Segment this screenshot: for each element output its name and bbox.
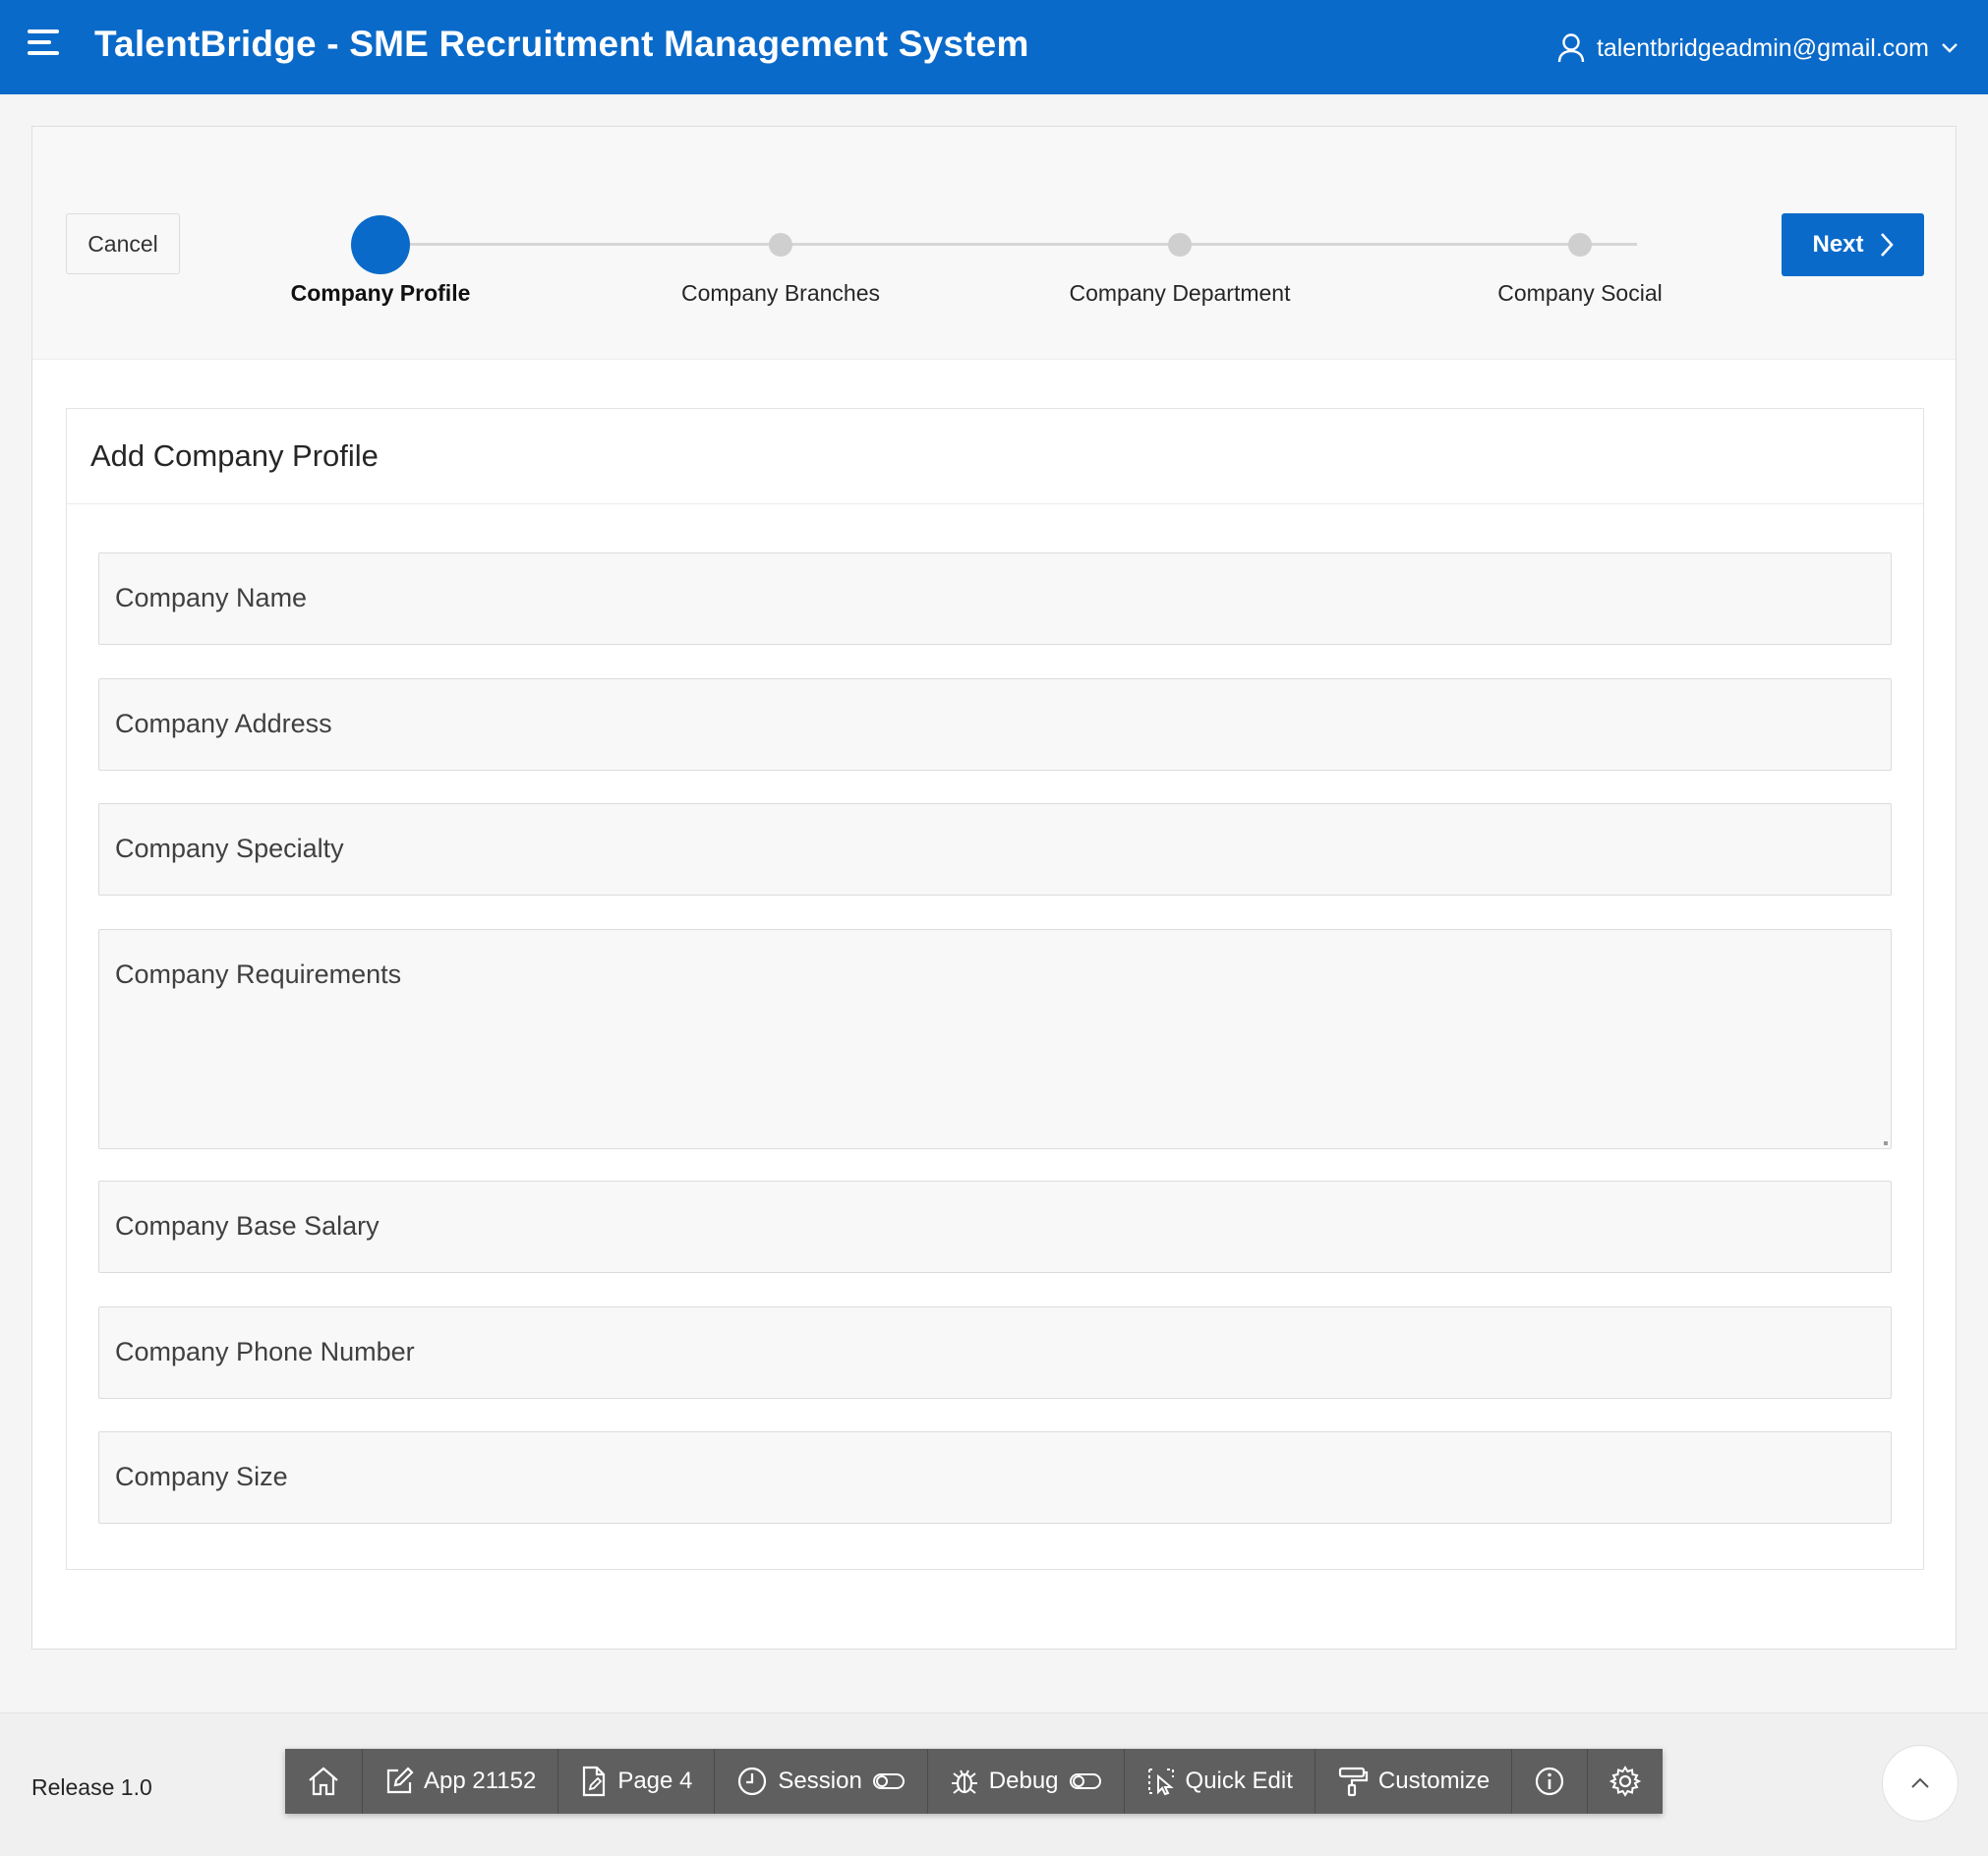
developer-toolbar: App 21152 Page 4 Session Debug Quick Edi… (285, 1749, 1664, 1814)
devbar-quick-edit-label: Quick Edit (1185, 1768, 1293, 1794)
company-address-field[interactable]: Company Address (98, 678, 1892, 771)
chevron-right-icon (1880, 233, 1894, 257)
company-requirements-label: Company Requirements (115, 959, 402, 989)
step-marker-company-branches (769, 233, 792, 257)
devbar-home-button[interactable] (285, 1749, 363, 1814)
gear-icon (1609, 1766, 1642, 1797)
devbar-app-label: App 21152 (424, 1768, 537, 1794)
company-name-label: Company Name (115, 583, 308, 612)
select-pointer-icon (1147, 1769, 1174, 1796)
edit-icon (386, 1767, 414, 1794)
devbar-debug-label: Debug (988, 1768, 1059, 1794)
devbar-page-button[interactable]: Page 4 (558, 1749, 716, 1814)
home-icon (309, 1767, 338, 1796)
app-title[interactable]: TalentBridge - SME Recruitment Managemen… (94, 24, 1029, 65)
toggle-icon (872, 1773, 905, 1789)
company-size-label: Company Size (115, 1462, 288, 1491)
bug-icon (951, 1769, 977, 1794)
cancel-button[interactable]: Cancel (66, 213, 180, 274)
paint-roller-icon (1338, 1767, 1369, 1797)
company-name-field[interactable]: Company Name (98, 552, 1892, 645)
devbar-customize-button[interactable]: Customize (1316, 1749, 1513, 1814)
step-marker-company-social (1568, 233, 1592, 257)
company-requirements-textarea[interactable]: Company Requirements (98, 929, 1892, 1149)
resize-handle[interactable] (1884, 1141, 1888, 1145)
company-specialty-label: Company Specialty (115, 834, 344, 863)
company-size-field[interactable]: Company Size (98, 1431, 1892, 1524)
devbar-session-button[interactable]: Session (715, 1749, 928, 1814)
company-base-salary-label: Company Base Salary (115, 1211, 380, 1241)
wizard-header: Cancel Company Profile Company Branches … (32, 127, 1956, 360)
form-title: Add Company Profile (90, 438, 379, 473)
info-icon (1536, 1767, 1564, 1796)
devbar-app-button[interactable]: App 21152 (363, 1749, 559, 1814)
step-marker-company-department (1168, 233, 1192, 257)
wizard-container: Cancel Company Profile Company Branches … (31, 126, 1957, 1650)
company-specialty-field[interactable]: Company Specialty (98, 803, 1892, 896)
wizard-progress-line (380, 243, 1637, 246)
scroll-to-top-button[interactable] (1882, 1745, 1959, 1822)
company-base-salary-field[interactable]: Company Base Salary (98, 1181, 1892, 1273)
chevron-up-icon (1911, 1777, 1929, 1788)
devbar-debug-button[interactable]: Debug (928, 1749, 1125, 1814)
menu-toggle-icon[interactable] (28, 29, 67, 65)
user-menu[interactable]: talentbridgeadmin@gmail.com (1557, 28, 1959, 69)
page-footer: Release 1.0 App 21152 Page 4 Session Deb… (0, 1712, 1988, 1856)
top-navigation-bar: TalentBridge - SME Recruitment Managemen… (0, 0, 1988, 94)
company-address-label: Company Address (115, 709, 332, 738)
divider (67, 503, 1923, 504)
step-marker-company-profile (351, 215, 410, 274)
step-label-company-branches: Company Branches (681, 280, 880, 306)
user-icon (1557, 33, 1585, 63)
user-email: talentbridgeadmin@gmail.com (1596, 33, 1929, 62)
step-label-company-profile: Company Profile (290, 280, 471, 306)
devbar-page-label: Page 4 (617, 1768, 693, 1794)
clock-icon (738, 1767, 767, 1796)
devbar-info-button[interactable] (1512, 1749, 1589, 1814)
next-button-label: Next (1812, 231, 1864, 258)
company-phone-number-field[interactable]: Company Phone Number (98, 1306, 1892, 1399)
next-button[interactable]: Next (1782, 213, 1924, 276)
company-phone-number-label: Company Phone Number (115, 1337, 415, 1366)
step-label-company-department: Company Department (1069, 280, 1291, 306)
devbar-settings-button[interactable] (1588, 1749, 1663, 1814)
page-icon (583, 1766, 606, 1797)
devbar-customize-label: Customize (1377, 1768, 1491, 1794)
step-label-company-social: Company Social (1497, 280, 1663, 306)
chevron-down-icon (1942, 43, 1958, 53)
toggle-icon (1069, 1773, 1101, 1789)
devbar-session-label: Session (778, 1768, 862, 1794)
devbar-quick-edit-button[interactable]: Quick Edit (1125, 1749, 1316, 1814)
company-profile-form: Add Company Profile Company Name Company… (66, 408, 1924, 1570)
release-label: Release 1.0 (31, 1774, 152, 1800)
